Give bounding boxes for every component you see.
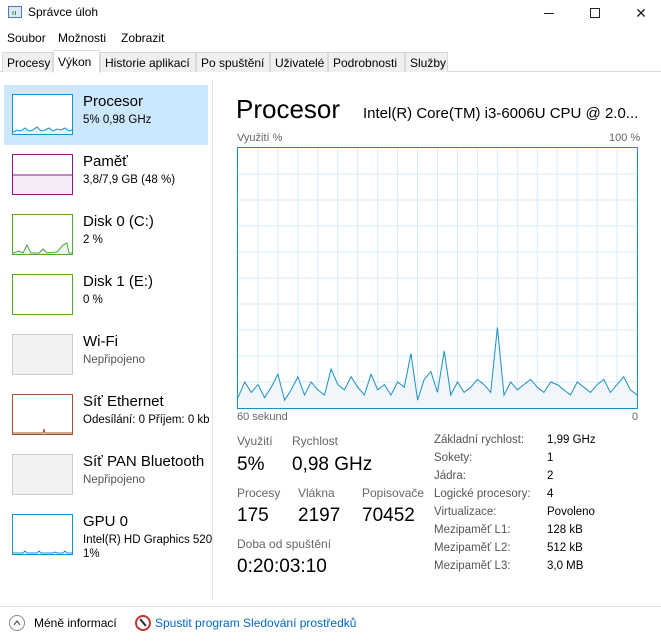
wifi-thumbnail (12, 334, 73, 375)
handles-label: Popisovače (362, 486, 425, 500)
speed-value: 0,98 GHz (292, 454, 373, 475)
prop-value-cores: 2 (547, 470, 554, 482)
prop-value-l2: 512 kB (547, 542, 583, 554)
processes-value: 175 (237, 505, 269, 526)
prop-label-sockets: Sokety: (434, 452, 473, 464)
sidebar-item-disk-0[interactable]: Disk 0 (C:) 2 % (4, 205, 208, 265)
sidebar-item-detail: Nepřipojeno (83, 354, 146, 366)
utilization-label: Využití (237, 434, 273, 448)
menu-file[interactable]: Soubor (7, 31, 46, 45)
sidebar-item-label: Síť Ethernet (83, 393, 164, 410)
sidebar-item-detail: 3,8/7,9 GB (48 %) (83, 174, 176, 186)
resource-monitor-icon (135, 615, 151, 631)
disk-0-thumbnail (12, 214, 73, 255)
handles-value: 70452 (362, 505, 415, 526)
prop-value-l1: 128 kB (547, 524, 583, 536)
chevron-up-icon[interactable] (9, 615, 25, 631)
prop-label-l2: Mezipaměť L2: (434, 542, 511, 554)
menu-options[interactable]: Možnosti (58, 31, 106, 45)
bluetooth-thumbnail (12, 454, 73, 495)
prop-value-sockets: 1 (547, 452, 554, 464)
task-manager-icon (8, 6, 22, 18)
resource-monitor-link[interactable]: Spustit program Sledování prostředků (155, 616, 356, 630)
sidebar-item-label: Disk 1 (E:) (83, 273, 154, 290)
sidebar-item-detail: Odesílání: 0 Příjem: 0 kb (83, 414, 210, 426)
tab-services[interactable]: Služby (405, 52, 448, 72)
sidebar-item-detail: 2 % (83, 234, 103, 246)
sidebar-item-cpu[interactable]: Procesor 5% 0,98 GHz (4, 85, 208, 145)
prop-label-logical: Logické procesory: (434, 488, 531, 500)
window-title: Správce úloh (28, 5, 99, 19)
sidebar-item-detail: Intel(R) HD Graphics 520 (83, 534, 213, 546)
sidebar-item-detail: Nepřipojeno (83, 474, 146, 486)
uptime-label: Doba od spuštění (237, 537, 332, 551)
close-icon: ✕ (635, 4, 647, 21)
tab-users[interactable]: Uživatelé (270, 52, 328, 72)
sidebar-item-label: Wi-Fi (83, 333, 118, 350)
utilization-value: 5% (237, 454, 265, 475)
threads-label: Vlákna (298, 486, 335, 500)
sidebar-item-label: Paměť (83, 153, 128, 170)
sidebar-item-memory[interactable]: Paměť 3,8/7,9 GB (48 %) (4, 145, 208, 205)
ethernet-thumbnail (12, 394, 73, 435)
gpu-thumbnail (12, 514, 73, 555)
tab-processes[interactable]: Procesy (2, 52, 53, 72)
sidebar-item-label: GPU 0 (83, 513, 129, 530)
title-bar[interactable]: Správce úloh ✕ (0, 0, 661, 26)
cpu-model: Intel(R) Core(TM) i3-6006U CPU @ 2.0... (363, 105, 639, 122)
prop-value-logical: 4 (547, 488, 554, 500)
sidebar-divider (212, 80, 213, 600)
prop-label-base-speed: Základní rychlost: (434, 434, 525, 446)
graph-y-label: Využití % (237, 132, 283, 144)
minimize-icon (544, 12, 554, 14)
sidebar-item-disk-1[interactable]: Disk 1 (E:) 0 % (4, 265, 208, 325)
graph-x-label: 60 sekund (237, 411, 288, 423)
sidebar-item-gpu[interactable]: GPU 0 Intel(R) HD Graphics 520 1% (4, 505, 212, 565)
close-button[interactable]: ✕ (618, 0, 661, 26)
sidebar-item-detail-2: 1% (83, 548, 100, 560)
threads-value: 2197 (298, 505, 341, 526)
resource-sidebar: Procesor 5% 0,98 GHz Paměť 3,8/7,9 GB (4… (0, 80, 212, 600)
maximize-button[interactable] (572, 0, 618, 26)
uptime-value: 0:20:03:10 (237, 556, 327, 577)
prop-value-base-speed: 1,99 GHz (547, 434, 596, 446)
prop-label-virtualization: Virtualizace: (434, 506, 497, 518)
prop-label-l3: Mezipaměť L3: (434, 560, 511, 572)
fewer-details-link[interactable]: Méně informací (34, 616, 117, 630)
sidebar-item-label: Procesor (83, 93, 144, 110)
page-title: Procesor (236, 94, 341, 124)
graph-x-min: 0 (632, 411, 639, 423)
prop-label-cores: Jádra: (434, 470, 466, 482)
sidebar-item-label: Síť PAN Bluetooth (83, 453, 205, 470)
disk-1-thumbnail (12, 274, 73, 315)
tab-details[interactable]: Podrobnosti (328, 52, 405, 72)
menu-bar: Soubor Možnosti Zobrazit (0, 28, 661, 48)
prop-label-l1: Mezipaměť L1: (434, 524, 511, 536)
footer: Méně informací Spustit program Sledování… (0, 606, 661, 644)
prop-value-l3: 3,0 MB (547, 560, 584, 572)
menu-view[interactable]: Zobrazit (121, 31, 164, 45)
processes-label: Procesy (237, 486, 281, 500)
sidebar-item-wifi[interactable]: Wi-Fi Nepřipojeno (4, 325, 208, 385)
tab-bar: Procesy Výkon Historie aplikací Po spušt… (0, 50, 661, 73)
tab-app-history[interactable]: Historie aplikací (100, 52, 196, 72)
sidebar-item-label: Disk 0 (C:) (83, 213, 154, 230)
speed-label: Rychlost (292, 434, 339, 448)
graph-y-max: 100 % (609, 132, 641, 144)
minimize-button[interactable] (526, 0, 572, 26)
memory-thumbnail (12, 154, 73, 195)
sidebar-item-ethernet[interactable]: Síť Ethernet Odesílání: 0 Příjem: 0 kb (4, 385, 210, 445)
cpu-usage-graph (237, 147, 638, 409)
maximize-icon (590, 8, 600, 18)
cpu-graph-svg (238, 148, 637, 408)
sidebar-item-detail: 5% 0,98 GHz (83, 114, 152, 126)
sidebar-item-detail: 0 % (83, 294, 103, 306)
cpu-thumbnail (12, 94, 73, 135)
tab-startup[interactable]: Po spuštění (196, 52, 270, 72)
prop-value-virtualization: Povoleno (547, 506, 595, 518)
sidebar-item-bluetooth[interactable]: Síť PAN Bluetooth Nepřipojeno (4, 445, 208, 505)
tab-performance[interactable]: Výkon (53, 50, 100, 73)
